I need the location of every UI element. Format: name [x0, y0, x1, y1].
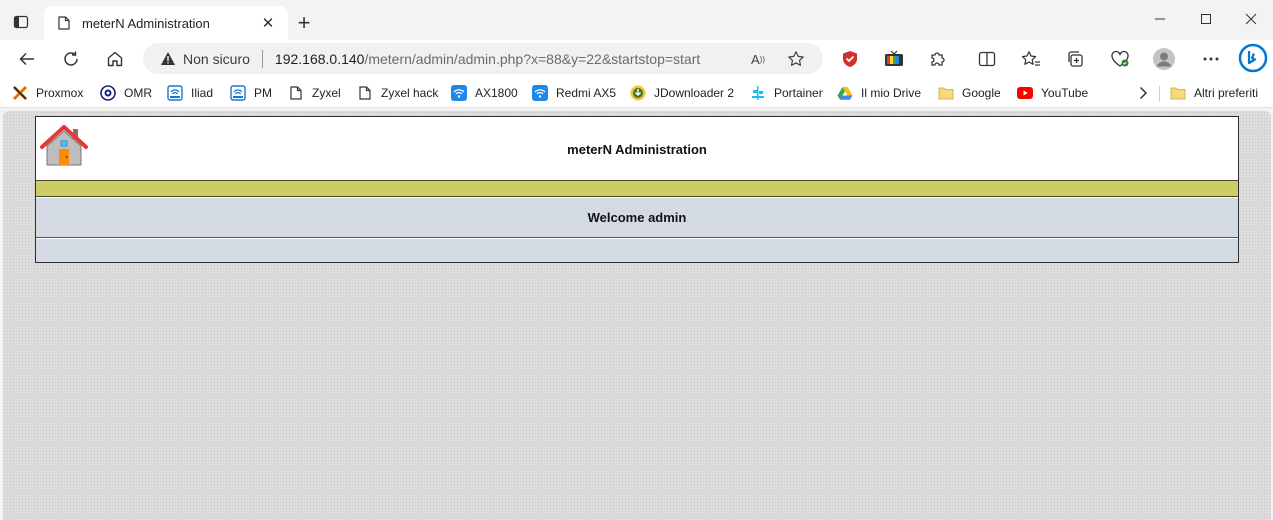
- home-icon[interactable]: [40, 124, 88, 168]
- bookmarks-bar: Proxmox OMR Iliad PM Zyxel Zyxel hack AX…: [0, 78, 1273, 108]
- proxmox-icon: [12, 85, 28, 101]
- bookmark-portainer[interactable]: Portainer: [750, 83, 823, 103]
- bookmark-label: Google: [962, 86, 1001, 100]
- bookmark-label: YouTube: [1041, 86, 1089, 100]
- bookmark-jdownloader[interactable]: JDownloader 2: [630, 83, 734, 103]
- bookmark-google[interactable]: Google: [938, 83, 1001, 103]
- bing-copilot-icon[interactable]: [1238, 43, 1268, 73]
- page-icon: [357, 85, 373, 101]
- admin-header: meterN Administration: [36, 117, 1238, 180]
- bookmark-redmi-ax5[interactable]: Redmi AX5: [532, 83, 616, 103]
- shield-extension-icon[interactable]: [838, 47, 862, 71]
- page-icon: [288, 85, 304, 101]
- admin-footer: [36, 239, 1238, 262]
- navigation-bar: Non sicuro 192.168.0.140/metern/admin/ad…: [0, 40, 1273, 78]
- read-aloud-icon[interactable]: A)): [747, 48, 769, 70]
- bookmark-label: OMR: [124, 86, 152, 100]
- bookmark-pm[interactable]: PM: [230, 83, 272, 103]
- bookmark-omr[interactable]: OMR: [100, 83, 152, 103]
- tab-close-icon[interactable]: ✕: [258, 13, 278, 33]
- refresh-icon[interactable]: [56, 44, 86, 74]
- bookmark-label: PM: [254, 86, 272, 100]
- bookmark-label: Zyxel hack: [381, 86, 439, 100]
- collections-icon[interactable]: [1063, 47, 1087, 71]
- page-icon: [56, 15, 72, 31]
- status-band: [36, 180, 1238, 197]
- folder-icon: [1170, 85, 1186, 101]
- bookmark-label: Proxmox: [36, 86, 84, 100]
- extensions-puzzle-icon[interactable]: [926, 47, 950, 71]
- jdownloader-icon: [630, 85, 646, 101]
- google-drive-icon: [837, 85, 853, 101]
- warning-icon[interactable]: [159, 50, 177, 68]
- bookmark-label: Redmi AX5: [556, 86, 617, 100]
- bookmark-label: Zyxel: [312, 86, 341, 100]
- tab-title: meterN Administration: [82, 15, 210, 31]
- address-bar[interactable]: Non sicuro 192.168.0.140/metern/admin/ad…: [143, 43, 823, 74]
- bookmark-label: Il mio Drive: [861, 86, 922, 100]
- bookmark-label: Portainer: [774, 86, 823, 100]
- bookmark-ax1800[interactable]: AX1800: [451, 83, 518, 103]
- more-menu-icon[interactable]: [1199, 47, 1223, 71]
- split-screen-icon[interactable]: [975, 47, 999, 71]
- bookmark-label: Altri preferiti: [1194, 86, 1259, 100]
- wifi-icon: [532, 85, 548, 101]
- favorites-icon[interactable]: [1019, 47, 1043, 71]
- page-title: meterN Administration: [567, 142, 707, 157]
- omr-icon: [100, 85, 116, 101]
- bookmark-label: JDownloader 2: [654, 86, 735, 100]
- security-label[interactable]: Non sicuro: [183, 51, 250, 67]
- bookmark-iliad[interactable]: Iliad: [167, 83, 213, 103]
- bookmark-il-mio-drive[interactable]: Il mio Drive: [837, 83, 921, 103]
- bookmark-youtube[interactable]: YouTube: [1017, 83, 1088, 103]
- address-separator: [261, 49, 263, 68]
- portainer-icon: [750, 85, 766, 101]
- bookmark-zyxel[interactable]: Zyxel: [288, 83, 341, 103]
- folder-icon: [938, 85, 954, 101]
- other-favorites[interactable]: Altri preferiti: [1170, 83, 1258, 103]
- url-path: /metern/admin/admin.php?x=88&y=22&starts…: [364, 50, 701, 67]
- browser-essentials-icon[interactable]: [1108, 47, 1132, 71]
- page-viewport: meterN Administration Welcome admin: [0, 108, 1273, 520]
- tab-actions-icon[interactable]: [10, 11, 32, 33]
- home-icon[interactable]: [100, 44, 130, 74]
- bookmark-zyxel-hack[interactable]: Zyxel hack: [357, 83, 438, 103]
- tab-bar: meterN Administration ✕ +: [0, 0, 1273, 40]
- wifi-icon: [451, 85, 467, 101]
- profile-avatar-icon[interactable]: [1152, 47, 1176, 71]
- favorite-star-icon[interactable]: [785, 48, 807, 70]
- new-tab-icon[interactable]: +: [292, 11, 316, 35]
- chevron-right-icon[interactable]: [1134, 83, 1152, 103]
- welcome-message: Welcome admin: [36, 198, 1238, 238]
- close-window-icon[interactable]: [1228, 8, 1273, 30]
- youtube-icon: [1017, 85, 1033, 101]
- bookmark-label: Iliad: [191, 86, 214, 100]
- admin-panel: meterN Administration Welcome admin: [35, 116, 1239, 263]
- tv-extension-icon[interactable]: [882, 47, 906, 71]
- back-icon[interactable]: [12, 44, 42, 74]
- url-host: 192.168.0.140: [274, 50, 365, 67]
- router-icon: [167, 85, 183, 101]
- maximize-icon[interactable]: [1183, 8, 1229, 30]
- page-background: meterN Administration Welcome admin: [3, 111, 1271, 520]
- bookmark-label: AX1800: [475, 86, 518, 100]
- bookmark-proxmox[interactable]: Proxmox: [12, 83, 83, 103]
- minimize-icon[interactable]: [1137, 8, 1183, 30]
- bookmarks-divider: [1159, 86, 1160, 102]
- router-icon: [230, 85, 246, 101]
- active-tab[interactable]: meterN Administration ✕: [44, 6, 288, 40]
